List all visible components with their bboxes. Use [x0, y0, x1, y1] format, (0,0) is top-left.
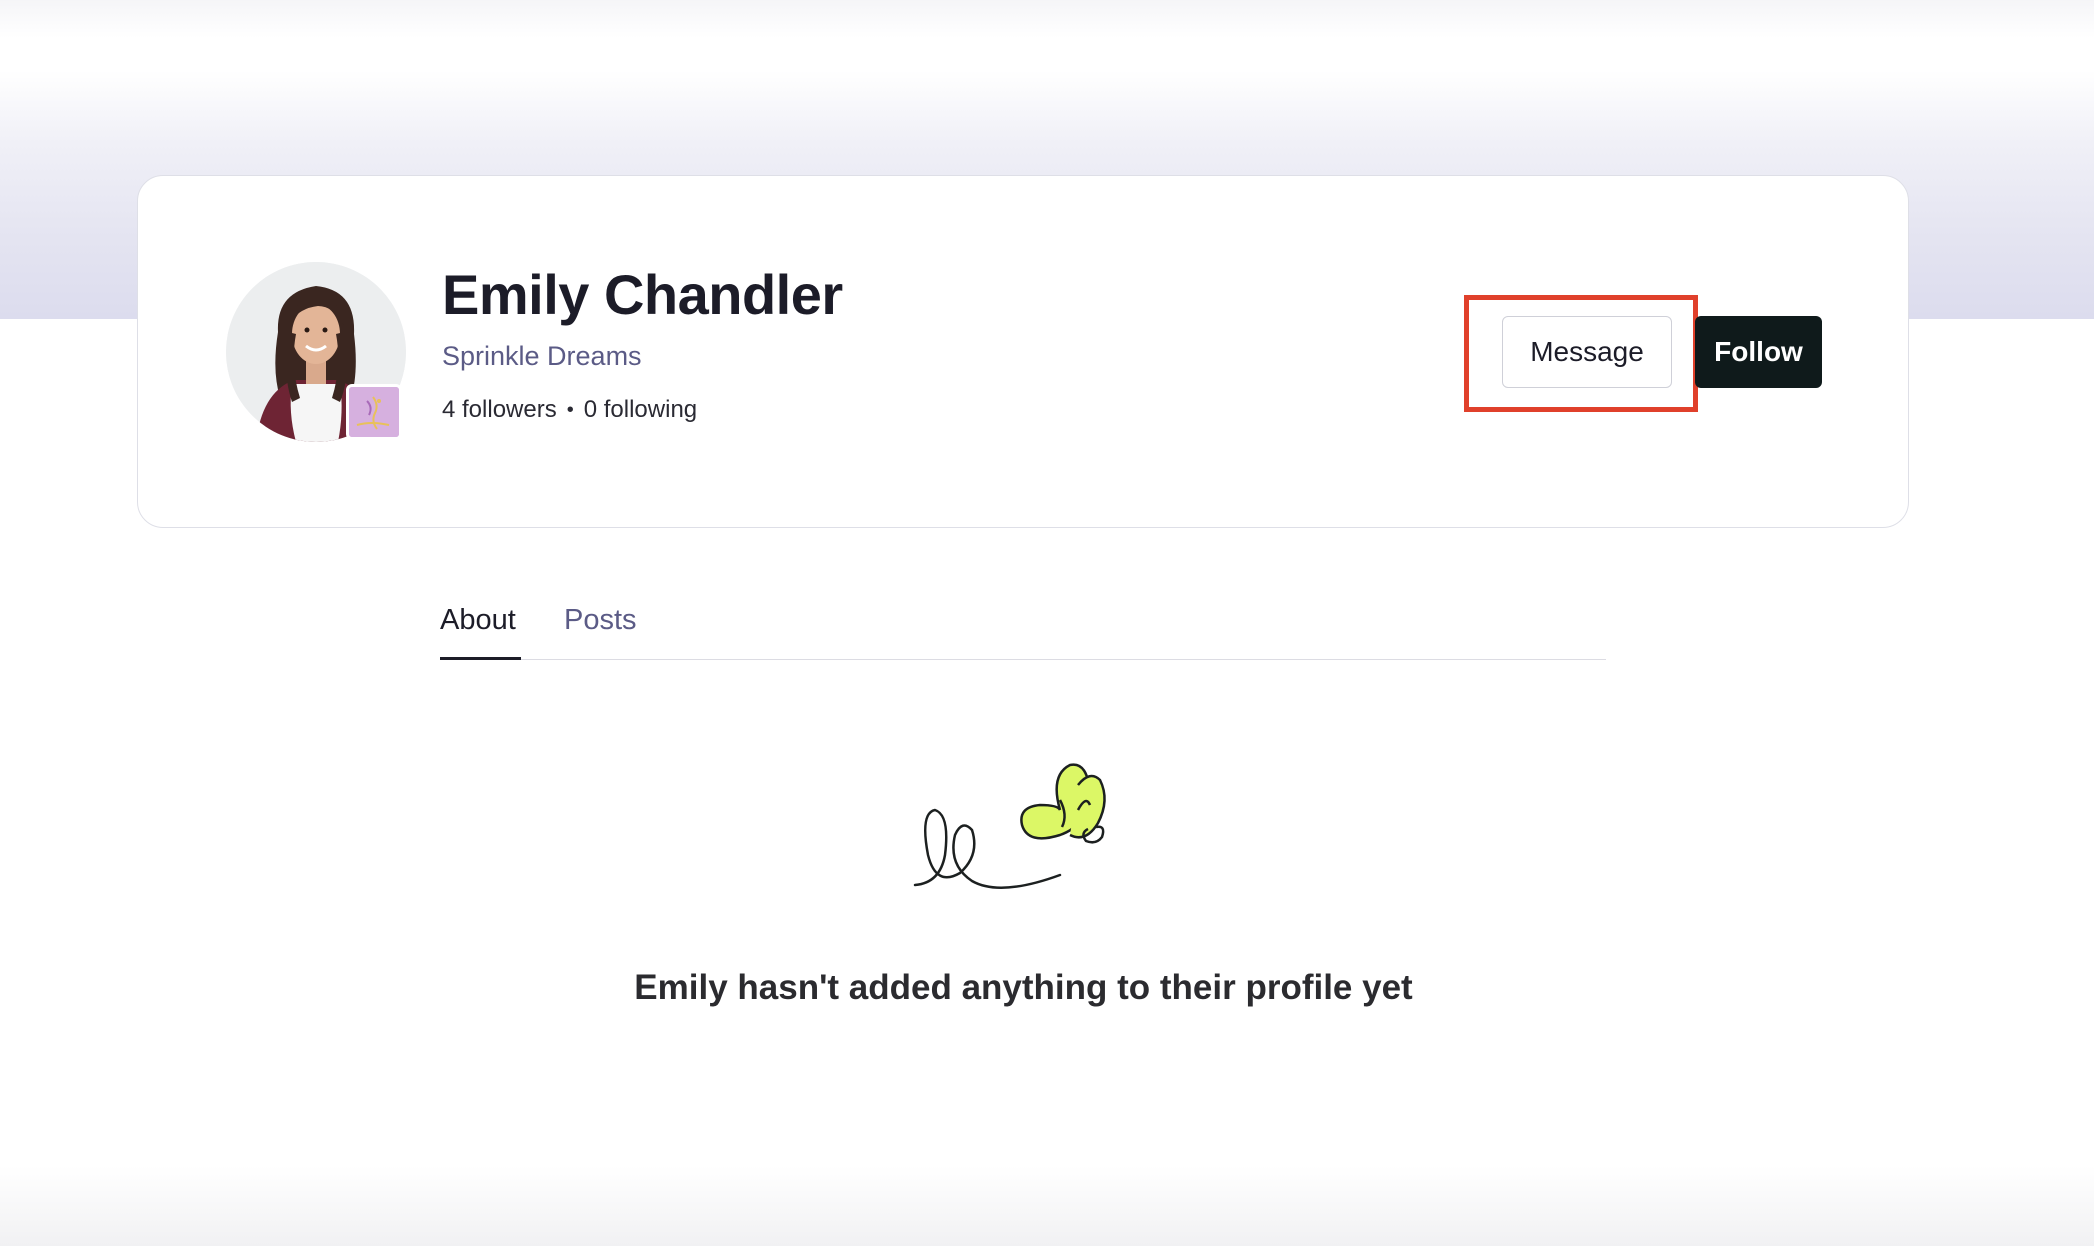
stats-separator: • [566, 398, 574, 421]
follow-stats: 4 followers • 0 following [442, 396, 697, 424]
message-button[interactable]: Message [1502, 316, 1672, 388]
business-logo-badge [346, 384, 402, 440]
tab-about[interactable]: About [440, 604, 521, 660]
empty-state-message: Emily hasn't added anything to their pro… [634, 968, 1413, 1007]
follow-button[interactable]: Follow [1695, 316, 1822, 388]
profile-card: Emily Chandler Sprinkle Dreams 4 followe… [137, 175, 1909, 528]
following-count[interactable]: 0 following [584, 396, 697, 424]
tab-posts[interactable]: Posts [564, 604, 637, 660]
profile-name: Emily Chandler [442, 263, 843, 326]
doodle-leaves-icon [910, 755, 1135, 895]
profile-page: Emily Chandler Sprinkle Dreams 4 followe… [0, 0, 2094, 1246]
followers-count[interactable]: 4 followers [442, 396, 557, 424]
bottom-fade [0, 1166, 2094, 1246]
profile-tabs: About Posts [440, 590, 1606, 660]
business-logo-icon [349, 387, 399, 437]
avatar[interactable] [226, 262, 406, 442]
business-name[interactable]: Sprinkle Dreams [442, 341, 642, 372]
